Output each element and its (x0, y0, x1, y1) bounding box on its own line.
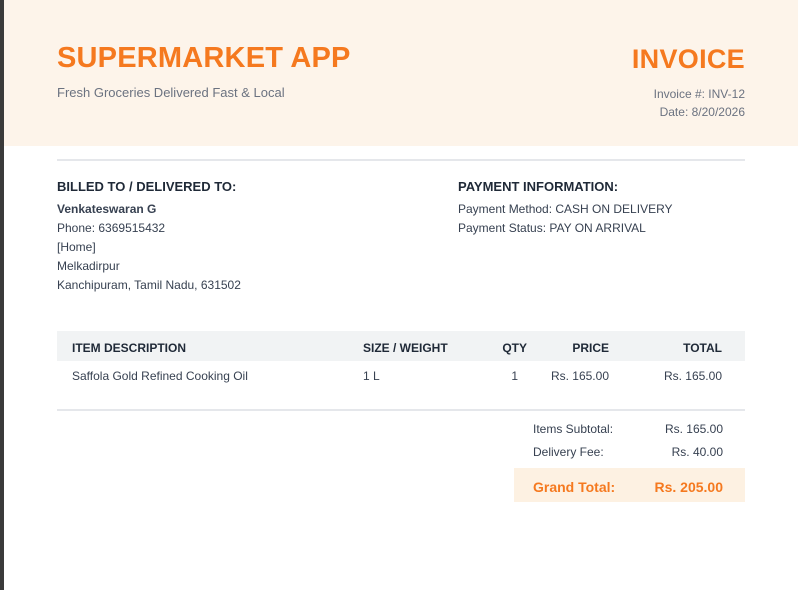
invoice-date: Date: 8/20/2026 (659, 105, 745, 119)
payment-info-block: Payment Method: CASH ON DELIVERY Payment… (458, 200, 673, 238)
subtotal-value: Rs. 165.00 (664, 422, 723, 436)
customer-phone: Phone: 6369515432 (57, 221, 166, 235)
document-title: INVOICE (631, 44, 745, 74)
column-header-description: ITEM DESCRIPTION (72, 341, 187, 355)
delivery-fee-label: Delivery Fee: (533, 445, 604, 459)
payment-method: Payment Method: CASH ON DELIVERY (458, 202, 673, 216)
column-header-price: PRICE (572, 341, 609, 355)
grand-total-label: Grand Total: (533, 479, 616, 495)
address-locality: Melkadirpur (57, 259, 120, 273)
invoice-meta: Invoice #: INV-12 Date: 8/20/2026 (654, 85, 745, 121)
subtotal-label: Items Subtotal: (533, 422, 614, 436)
address-city: Kanchipuram, Tamil Nadu, 631502 (57, 278, 241, 292)
column-header-total: TOTAL (683, 341, 722, 355)
item-description: Saffola Gold Refined Cooking Oil (72, 369, 248, 383)
item-qty: 1 (511, 369, 518, 383)
invoice-header: SUPERMARKET APP Fresh Groceries Delivere… (4, 0, 798, 146)
invoice-page: SUPERMARKET APP Fresh Groceries Delivere… (4, 0, 798, 590)
billed-to-title: BILLED TO / DELIVERED TO: (57, 179, 237, 194)
divider (57, 409, 745, 411)
divider (57, 159, 745, 161)
column-header-size: SIZE / WEIGHT (363, 341, 448, 355)
grand-total-box: Grand Total: Rs. 205.00 (514, 468, 745, 502)
grand-total-value: Rs. 205.00 (654, 479, 724, 495)
item-total: Rs. 165.00 (663, 369, 722, 383)
items-table-header: ITEM DESCRIPTION SIZE / WEIGHT QTY PRICE… (57, 331, 745, 361)
payment-info-title: PAYMENT INFORMATION: (458, 179, 619, 194)
customer-name: Venkateswaran G (57, 202, 157, 216)
address-type: [Home] (57, 240, 96, 254)
delivery-fee-value: Rs. 40.00 (671, 445, 723, 459)
payment-status: Payment Status: PAY ON ARRIVAL (458, 221, 646, 235)
column-header-qty: QTY (502, 341, 527, 355)
brand-name: SUPERMARKET APP (57, 42, 351, 74)
brand-tagline: Fresh Groceries Delivered Fast & Local (57, 85, 285, 100)
invoice-number: Invoice #: INV-12 (653, 87, 745, 101)
item-size: 1 L (363, 369, 380, 383)
item-price: Rs. 165.00 (550, 369, 609, 383)
billed-to-block: Venkateswaran G Phone: 6369515432 [Home]… (57, 200, 241, 295)
